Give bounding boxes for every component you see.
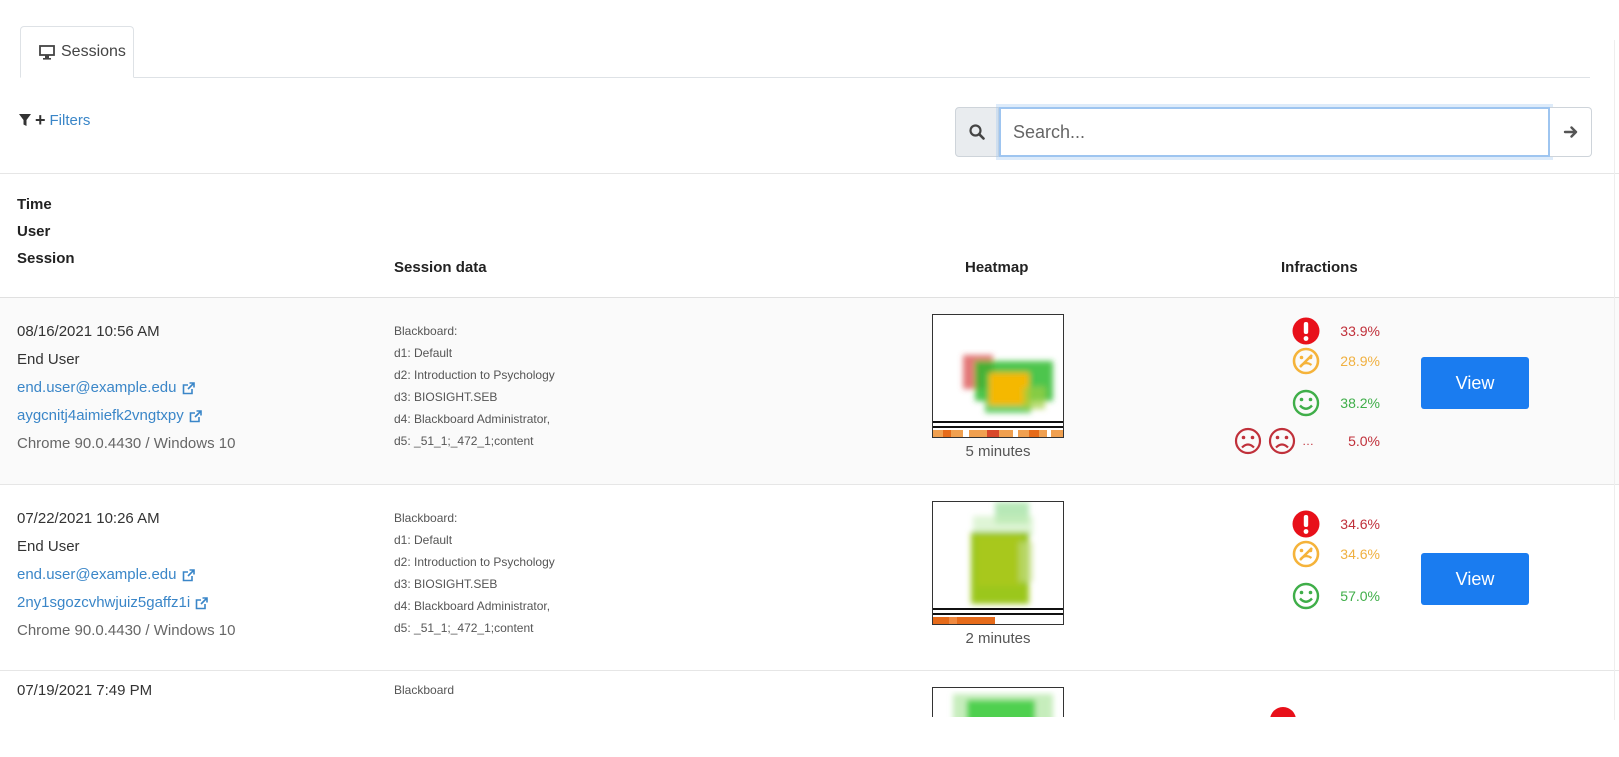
session-data-line: Blackboard [394,683,455,697]
neutral-face-icon [1292,540,1320,568]
tab-sessions[interactable]: Sessions [20,26,134,78]
session-data: Blackboard [394,679,454,701]
infraction-sad: … 5.0% [1234,426,1380,456]
session-info: 08/16/2021 10:56 AM End User end.user@ex… [17,318,235,458]
infraction-sad-pct: 5.0% [1348,433,1380,449]
external-link-icon [182,381,195,394]
header-session-data: Session data [394,259,487,276]
frown-icon [1268,427,1296,455]
session-id-link[interactable]: 2ny1sgozcvhwjuiz5gaffz1i [17,589,208,617]
search-submit-button[interactable] [1550,107,1592,157]
session-data-line: Blackboard: [394,324,458,338]
session-data: Blackboard: d1: Default d2: Introduction… [394,320,555,452]
user-email-text: end.user@example.edu [17,566,177,583]
neutral-face-icon [1292,347,1320,375]
plus-icon: + [35,110,46,130]
heatmap-image[interactable] [932,687,1064,717]
session-time: 08/16/2021 10:56 AM [17,323,160,340]
scrollbar[interactable] [1614,40,1615,720]
frown-icon [1234,427,1262,455]
ellipsis-icon: … [1302,434,1314,448]
page-footer-space [0,717,1619,757]
session-id-text: aygcnitj4aimiefk2vngtxpy [17,407,184,424]
infraction-happy-pct: 38.2% [1340,395,1380,411]
view-button[interactable]: View [1421,357,1529,409]
session-info: 07/19/2021 7:49 PM [17,677,152,705]
table-row: 07/19/2021 7:49 PM Blackboard [0,671,1619,717]
search-button[interactable] [955,107,999,157]
session-data-line: d4: Blackboard Administrator, [394,412,551,426]
heatmap-duration: 5 minutes [965,443,1031,460]
infraction-alert-pct: 33.9% [1340,323,1380,339]
session-data-line: d2: Introduction to Psychology [394,368,555,382]
tab-sessions-label: Sessions [61,43,126,60]
exclamation-icon [1270,707,1296,717]
infraction-alert-pct: 34.6% [1340,516,1380,532]
infraction-alert: 34.6% [1292,509,1380,539]
infraction-neutral-pct: 34.6% [1340,546,1380,562]
session-data-line: d1: Default [394,346,453,360]
session-data-line: Blackboard: [394,511,458,525]
session-data-line: d5: _51_1;_472_1;content [394,621,534,635]
session-time: 07/19/2021 7:49 PM [17,682,153,699]
table-row: 07/22/2021 10:26 AM End User end.user@ex… [0,485,1619,671]
external-link-icon [189,409,202,422]
header-session[interactable]: Session [17,245,75,272]
search-icon [969,124,985,140]
arrow-right-icon [1563,126,1577,138]
infraction-neutral-pct: 28.9% [1340,353,1380,369]
session-id-link[interactable]: aygcnitj4aimiefk2vngtxpy [17,402,202,430]
external-link-icon [195,596,208,609]
infraction-neutral: 34.6% [1292,539,1380,569]
infraction-neutral: 28.9% [1292,346,1380,376]
heatmap-image[interactable] [932,501,1064,625]
header-heatmap: Heatmap [965,259,1029,276]
header-time[interactable]: Time [17,191,75,218]
session-data-line: d1: Default [394,533,453,547]
infraction-happy: 38.2% [1292,388,1380,418]
session-data-line: d3: BIOSIGHT.SEB [394,390,498,404]
divider [0,173,1619,174]
user-email-text: end.user@example.edu [17,379,177,396]
session-id-text: 2ny1sgozcvhwjuiz5gaffz1i [17,594,191,611]
filter-icon [19,113,31,127]
session-user: End User [17,538,80,555]
infraction-happy: 57.0% [1292,581,1380,611]
infraction-alert: 33.9% [1292,316,1380,346]
session-info: 07/22/2021 10:26 AM End User end.user@ex… [17,505,235,645]
session-data: Blackboard: d1: Default d2: Introduction… [394,507,555,639]
header-time-user-session: Time User Session [17,191,75,272]
session-data-line: d3: BIOSIGHT.SEB [394,577,498,591]
session-time: 07/22/2021 10:26 AM [17,510,160,527]
desktop-icon [39,44,55,60]
heatmap-image[interactable] [932,314,1064,438]
session-user: End User [17,351,80,368]
header-user[interactable]: User [17,218,75,245]
session-data-line: d4: Blackboard Administrator, [394,599,551,613]
exclamation-icon [1292,510,1320,538]
view-button[interactable]: View [1421,553,1529,605]
external-link-icon [182,568,195,581]
smile-icon [1292,389,1320,417]
session-data-line: d5: _51_1;_472_1;content [394,434,534,448]
heatmap-duration: 2 minutes [965,630,1031,647]
user-email-link[interactable]: end.user@example.edu [17,374,195,402]
infraction-happy-pct: 57.0% [1340,588,1380,604]
session-browser: Chrome 90.0.4430 / Windows 10 [17,622,236,639]
smile-icon [1292,582,1320,610]
session-data-line: d2: Introduction to Psychology [394,555,555,569]
search-input[interactable] [999,107,1550,157]
table-row: 08/16/2021 10:56 AM End User end.user@ex… [0,298,1619,484]
filters-toggle[interactable]: + Filters [19,111,90,129]
filters-label[interactable]: Filters [50,112,91,129]
user-email-link[interactable]: end.user@example.edu [17,561,195,589]
session-browser: Chrome 90.0.4430 / Windows 10 [17,435,236,452]
header-infractions: Infractions [1281,259,1358,276]
exclamation-icon [1292,317,1320,345]
search-bar [955,107,1592,157]
tab-bar: Sessions [20,26,1590,78]
